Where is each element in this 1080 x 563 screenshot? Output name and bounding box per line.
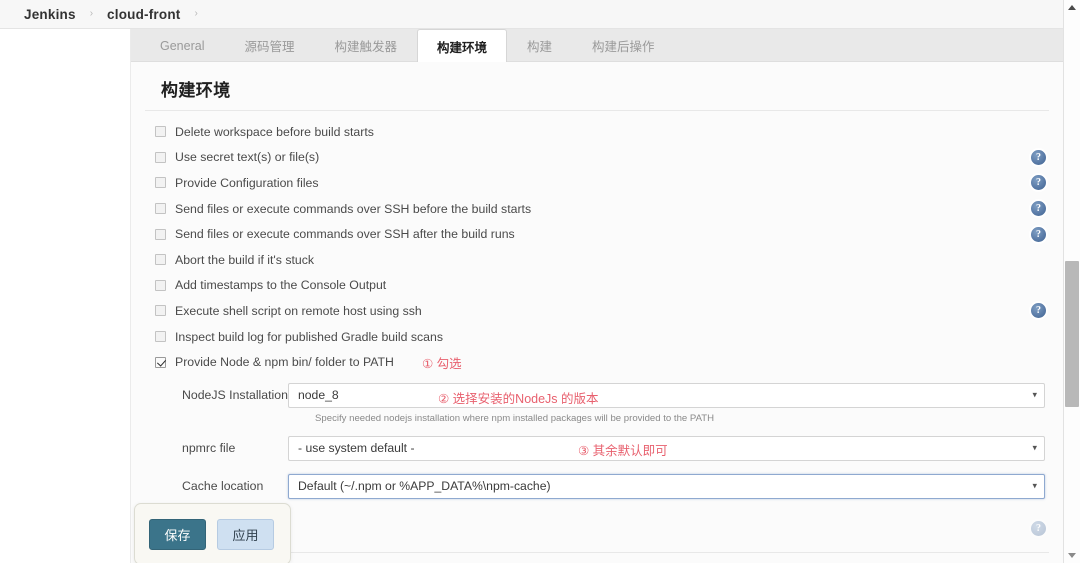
label-cache-location: Cache location (182, 479, 264, 494)
build-environment-checkbox-list: Delete workspace before build starts Use… (131, 111, 1063, 375)
chevron-down-icon-npmrc-file: ▾ (1032, 442, 1037, 453)
scroll-up-arrow-icon[interactable] (1064, 0, 1080, 16)
control-nodejs-installation: node_8 ▾ ② 选择安装的NodeJs 的版本 (288, 382, 1045, 408)
checkbox-row-provide-node-npm[interactable]: Provide Node & npm bin/ folder to PATH ①… (131, 349, 1063, 375)
checkbox-row-add-timestamps[interactable]: Add timestamps to the Console Output (131, 273, 1063, 299)
checkbox-row-abort-stuck-build[interactable]: Abort the build if it's stuck (131, 247, 1063, 273)
select-value-nodejs-installation: node_8 (298, 388, 339, 403)
breadcrumb-separator-icon-2: › (194, 7, 198, 19)
breadcrumb: Jenkins › cloud-front › (0, 0, 1063, 29)
field-row-cache-location: Cache location Default (~/.npm or %APP_D… (131, 473, 1063, 500)
help-icon-ssh-before-build[interactable] (1031, 201, 1046, 217)
scrollbar-track[interactable] (1064, 16, 1080, 547)
select-cache-location[interactable]: Default (~/.npm or %APP_DATA%\npm-cache)… (288, 473, 1045, 499)
tab-post-build-actions[interactable]: 构建后操作 (572, 29, 675, 61)
checkbox-row-use-secret-text[interactable]: Use secret text(s) or file(s) (131, 145, 1063, 171)
checkbox-add-timestamps[interactable] (155, 279, 166, 291)
checkbox-row-provide-configuration-files[interactable]: Provide Configuration files (131, 170, 1063, 196)
select-value-cache-location: Default (~/.npm or %APP_DATA%\npm-cache) (298, 479, 551, 494)
control-cache-location: Default (~/.npm or %APP_DATA%\npm-cache)… (288, 473, 1045, 499)
config-body: General 源码管理 构建触发器 构建环境 构建 构建后操作 构建环境 De… (131, 29, 1063, 563)
scrollbar-thumb[interactable] (1065, 261, 1079, 407)
jenkins-job-config-page: Jenkins › cloud-front › General 源码管理 构建触… (0, 0, 1080, 563)
breadcrumb-item-jenkins[interactable]: Jenkins (24, 7, 76, 22)
select-npmrc-file[interactable]: - use system default - ▾ (288, 435, 1045, 461)
chevron-down-icon-cache-location: ▾ (1032, 480, 1037, 491)
build-environment-panel: 构建环境 Delete workspace before build start… (131, 62, 1063, 563)
field-row-nodejs-installation: NodeJS Installation node_8 ▾ ② 选择安装的Node… (131, 382, 1063, 409)
checkbox-inspect-gradle-scans[interactable] (155, 331, 166, 343)
checkbox-label-use-secret-text[interactable]: Use secret text(s) or file(s) (175, 150, 319, 164)
help-icon-ssh-after-build[interactable] (1031, 226, 1046, 242)
checkbox-label-abort-stuck-build[interactable]: Abort the build if it's stuck (175, 253, 314, 267)
checkbox-row-delete-workspace[interactable]: Delete workspace before build starts (131, 119, 1063, 145)
checkbox-row-inspect-gradle-scans[interactable]: Inspect build log for published Gradle b… (131, 324, 1063, 350)
tab-build-triggers[interactable]: 构建触发器 (315, 29, 418, 61)
nodejs-settings-form: NodeJS Installation node_8 ▾ ② 选择安装的Node… (131, 378, 1063, 510)
label-npmrc-file: npmrc file (182, 441, 236, 456)
config-tab-bar: General 源码管理 构建触发器 构建环境 构建 构建后操作 (131, 29, 1063, 62)
checkbox-execute-shell-remote[interactable] (155, 305, 166, 317)
page-title: 构建环境 (145, 62, 1049, 111)
tab-build-environment[interactable]: 构建环境 (417, 29, 508, 62)
checkbox-row-ssh-after-build[interactable]: Send files or execute commands over SSH … (131, 221, 1063, 247)
save-action-bar: 保存 应用 (134, 503, 291, 563)
help-icon-use-secret-text[interactable] (1031, 149, 1046, 165)
checkbox-provide-node-npm[interactable] (155, 356, 166, 368)
checkbox-delete-workspace[interactable] (155, 126, 166, 138)
left-sidebar-area (0, 29, 131, 563)
checkbox-provide-configuration-files[interactable] (155, 177, 166, 189)
breadcrumb-separator-icon: › (89, 7, 94, 19)
checkbox-label-ssh-before-build[interactable]: Send files or execute commands over SSH … (175, 202, 531, 216)
checkbox-ssh-after-build[interactable] (155, 228, 166, 240)
apply-button[interactable]: 应用 (217, 518, 274, 550)
field-row-npmrc-file: npmrc file - use system default - ▾ ③ 其余… (131, 435, 1063, 462)
help-icon-obscured[interactable] (1031, 521, 1046, 537)
page-scrollbar[interactable] (1063, 0, 1080, 563)
tab-general[interactable]: General (140, 29, 224, 61)
help-text-nodejs-installation: Specify needed nodejs installation where… (315, 412, 715, 424)
label-nodejs-installation: NodeJS Installation (182, 388, 288, 403)
chevron-down-icon-nodejs-installation: ▾ (1032, 389, 1037, 400)
checkbox-abort-stuck-build[interactable] (155, 254, 166, 266)
checkbox-label-ssh-after-build[interactable]: Send files or execute commands over SSH … (175, 227, 515, 241)
select-value-npmrc-file: - use system default - (298, 441, 415, 456)
select-nodejs-installation[interactable]: node_8 ▾ (288, 382, 1045, 408)
checkbox-row-ssh-before-build[interactable]: Send files or execute commands over SSH … (131, 196, 1063, 222)
help-icon-execute-shell-remote[interactable] (1031, 303, 1046, 319)
scroll-down-arrow-icon[interactable] (1064, 547, 1080, 563)
checkbox-label-provide-node-npm[interactable]: Provide Node & npm bin/ folder to PATH (175, 355, 394, 369)
tab-source-management[interactable]: 源码管理 (224, 29, 314, 61)
tab-build[interactable]: 构建 (507, 29, 572, 61)
checkbox-label-delete-workspace[interactable]: Delete workspace before build starts (175, 125, 374, 139)
checkbox-label-inspect-gradle-scans[interactable]: Inspect build log for published Gradle b… (175, 330, 443, 344)
save-button[interactable]: 保存 (149, 518, 206, 550)
breadcrumb-item-cloud-front[interactable]: cloud-front (107, 7, 180, 22)
checkbox-row-execute-shell-remote[interactable]: Execute shell script on remote host usin… (131, 298, 1063, 324)
checkbox-label-add-timestamps[interactable]: Add timestamps to the Console Output (175, 278, 386, 292)
checkbox-label-execute-shell-remote[interactable]: Execute shell script on remote host usin… (175, 304, 422, 318)
help-icon-provide-configuration-files[interactable] (1031, 175, 1046, 191)
control-npmrc-file: - use system default - ▾ ③ 其余默认即可 (288, 435, 1045, 461)
checkbox-use-secret-text[interactable] (155, 151, 166, 163)
checkbox-label-provide-configuration-files[interactable]: Provide Configuration files (175, 176, 319, 190)
checkbox-ssh-before-build[interactable] (155, 203, 166, 215)
annotation-step-1: ① 勾选 (421, 356, 462, 371)
